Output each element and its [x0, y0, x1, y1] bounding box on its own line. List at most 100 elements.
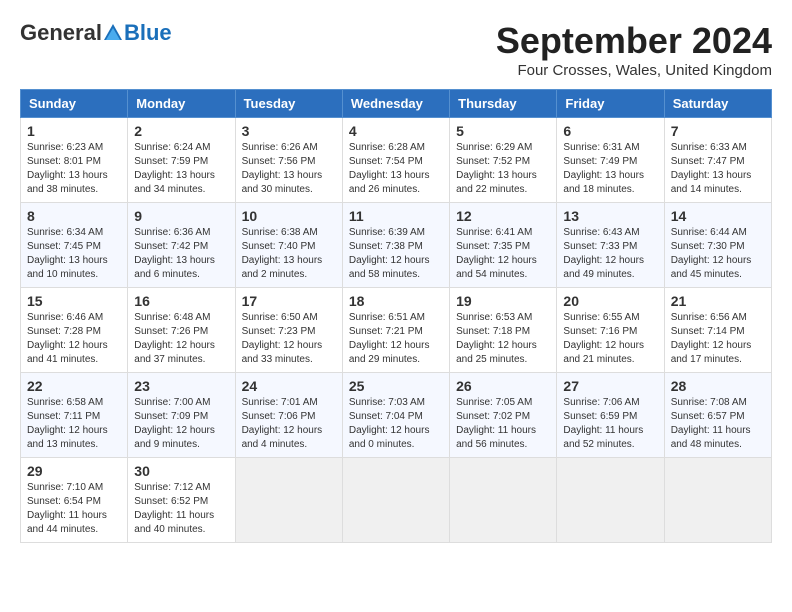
day-info: Sunrise: 6:28 AM Sunset: 7:54 PM Dayligh… [349, 141, 443, 197]
day-cell [664, 458, 771, 543]
day-number: 20 [563, 293, 657, 309]
dow-header-tuesday: Tuesday [235, 90, 342, 118]
day-cell: 18 Sunrise: 6:51 AM Sunset: 7:21 PM Dayl… [342, 288, 449, 373]
day-cell: 10 Sunrise: 6:38 AM Sunset: 7:40 PM Dayl… [235, 203, 342, 288]
day-cell: 13 Sunrise: 6:43 AM Sunset: 7:33 PM Dayl… [557, 203, 664, 288]
day-number: 9 [134, 208, 228, 224]
day-number: 18 [349, 293, 443, 309]
day-number: 19 [456, 293, 550, 309]
day-cell: 28 Sunrise: 7:08 AM Sunset: 6:57 PM Dayl… [664, 373, 771, 458]
day-cell: 8 Sunrise: 6:34 AM Sunset: 7:45 PM Dayli… [21, 203, 128, 288]
logo-general: General [20, 20, 102, 46]
week-row-4: 22 Sunrise: 6:58 AM Sunset: 7:11 PM Dayl… [21, 373, 772, 458]
day-info: Sunrise: 6:41 AM Sunset: 7:35 PM Dayligh… [456, 226, 550, 282]
day-cell: 9 Sunrise: 6:36 AM Sunset: 7:42 PM Dayli… [128, 203, 235, 288]
day-cell: 15 Sunrise: 6:46 AM Sunset: 7:28 PM Dayl… [21, 288, 128, 373]
day-number: 1 [27, 123, 121, 139]
dow-header-wednesday: Wednesday [342, 90, 449, 118]
day-cell: 6 Sunrise: 6:31 AM Sunset: 7:49 PM Dayli… [557, 118, 664, 203]
day-number: 8 [27, 208, 121, 224]
day-info: Sunrise: 6:33 AM Sunset: 7:47 PM Dayligh… [671, 141, 765, 197]
day-number: 21 [671, 293, 765, 309]
day-cell: 20 Sunrise: 6:55 AM Sunset: 7:16 PM Dayl… [557, 288, 664, 373]
day-info: Sunrise: 7:05 AM Sunset: 7:02 PM Dayligh… [456, 396, 550, 452]
day-info: Sunrise: 6:34 AM Sunset: 7:45 PM Dayligh… [27, 226, 121, 282]
day-info: Sunrise: 6:26 AM Sunset: 7:56 PM Dayligh… [242, 141, 336, 197]
day-cell: 22 Sunrise: 6:58 AM Sunset: 7:11 PM Dayl… [21, 373, 128, 458]
month-title: September 2024 [496, 20, 772, 62]
day-cell: 21 Sunrise: 6:56 AM Sunset: 7:14 PM Dayl… [664, 288, 771, 373]
day-number: 30 [134, 463, 228, 479]
day-cell: 14 Sunrise: 6:44 AM Sunset: 7:30 PM Dayl… [664, 203, 771, 288]
day-info: Sunrise: 6:36 AM Sunset: 7:42 PM Dayligh… [134, 226, 228, 282]
week-row-3: 15 Sunrise: 6:46 AM Sunset: 7:28 PM Dayl… [21, 288, 772, 373]
day-number: 10 [242, 208, 336, 224]
day-info: Sunrise: 6:24 AM Sunset: 7:59 PM Dayligh… [134, 141, 228, 197]
day-cell: 27 Sunrise: 7:06 AM Sunset: 6:59 PM Dayl… [557, 373, 664, 458]
day-info: Sunrise: 6:23 AM Sunset: 8:01 PM Dayligh… [27, 141, 121, 197]
day-cell: 19 Sunrise: 6:53 AM Sunset: 7:18 PM Dayl… [450, 288, 557, 373]
days-of-week-row: SundayMondayTuesdayWednesdayThursdayFrid… [21, 90, 772, 118]
day-cell [450, 458, 557, 543]
day-info: Sunrise: 6:29 AM Sunset: 7:52 PM Dayligh… [456, 141, 550, 197]
day-cell: 25 Sunrise: 7:03 AM Sunset: 7:04 PM Dayl… [342, 373, 449, 458]
day-number: 14 [671, 208, 765, 224]
day-info: Sunrise: 6:31 AM Sunset: 7:49 PM Dayligh… [563, 141, 657, 197]
day-number: 22 [27, 378, 121, 394]
day-number: 3 [242, 123, 336, 139]
day-info: Sunrise: 7:10 AM Sunset: 6:54 PM Dayligh… [27, 481, 121, 537]
day-number: 25 [349, 378, 443, 394]
day-number: 29 [27, 463, 121, 479]
day-number: 6 [563, 123, 657, 139]
day-cell: 4 Sunrise: 6:28 AM Sunset: 7:54 PM Dayli… [342, 118, 449, 203]
day-number: 16 [134, 293, 228, 309]
day-cell [557, 458, 664, 543]
day-info: Sunrise: 6:48 AM Sunset: 7:26 PM Dayligh… [134, 311, 228, 367]
day-info: Sunrise: 6:56 AM Sunset: 7:14 PM Dayligh… [671, 311, 765, 367]
dow-header-sunday: Sunday [21, 90, 128, 118]
day-number: 4 [349, 123, 443, 139]
day-info: Sunrise: 6:43 AM Sunset: 7:33 PM Dayligh… [563, 226, 657, 282]
day-info: Sunrise: 7:12 AM Sunset: 6:52 PM Dayligh… [134, 481, 228, 537]
day-cell: 11 Sunrise: 6:39 AM Sunset: 7:38 PM Dayl… [342, 203, 449, 288]
day-info: Sunrise: 6:53 AM Sunset: 7:18 PM Dayligh… [456, 311, 550, 367]
dow-header-thursday: Thursday [450, 90, 557, 118]
day-cell: 1 Sunrise: 6:23 AM Sunset: 8:01 PM Dayli… [21, 118, 128, 203]
day-info: Sunrise: 6:46 AM Sunset: 7:28 PM Dayligh… [27, 311, 121, 367]
day-cell: 16 Sunrise: 6:48 AM Sunset: 7:26 PM Dayl… [128, 288, 235, 373]
week-row-1: 1 Sunrise: 6:23 AM Sunset: 8:01 PM Dayli… [21, 118, 772, 203]
day-cell: 2 Sunrise: 6:24 AM Sunset: 7:59 PM Dayli… [128, 118, 235, 203]
day-info: Sunrise: 7:01 AM Sunset: 7:06 PM Dayligh… [242, 396, 336, 452]
day-number: 2 [134, 123, 228, 139]
logo-icon [102, 22, 124, 44]
day-info: Sunrise: 6:55 AM Sunset: 7:16 PM Dayligh… [563, 311, 657, 367]
day-cell: 26 Sunrise: 7:05 AM Sunset: 7:02 PM Dayl… [450, 373, 557, 458]
logo: General Blue [20, 20, 172, 46]
day-cell: 24 Sunrise: 7:01 AM Sunset: 7:06 PM Dayl… [235, 373, 342, 458]
day-cell: 3 Sunrise: 6:26 AM Sunset: 7:56 PM Dayli… [235, 118, 342, 203]
day-cell: 7 Sunrise: 6:33 AM Sunset: 7:47 PM Dayli… [664, 118, 771, 203]
day-info: Sunrise: 7:08 AM Sunset: 6:57 PM Dayligh… [671, 396, 765, 452]
day-info: Sunrise: 7:03 AM Sunset: 7:04 PM Dayligh… [349, 396, 443, 452]
week-row-2: 8 Sunrise: 6:34 AM Sunset: 7:45 PM Dayli… [21, 203, 772, 288]
day-cell: 29 Sunrise: 7:10 AM Sunset: 6:54 PM Dayl… [21, 458, 128, 543]
day-number: 28 [671, 378, 765, 394]
dow-header-friday: Friday [557, 90, 664, 118]
day-number: 7 [671, 123, 765, 139]
day-cell [235, 458, 342, 543]
day-number: 26 [456, 378, 550, 394]
day-info: Sunrise: 6:58 AM Sunset: 7:11 PM Dayligh… [27, 396, 121, 452]
day-info: Sunrise: 7:00 AM Sunset: 7:09 PM Dayligh… [134, 396, 228, 452]
day-number: 17 [242, 293, 336, 309]
calendar: SundayMondayTuesdayWednesdayThursdayFrid… [20, 89, 772, 543]
title-area: September 2024 Four Crosses, Wales, Unit… [496, 20, 772, 79]
week-row-5: 29 Sunrise: 7:10 AM Sunset: 6:54 PM Dayl… [21, 458, 772, 543]
day-number: 5 [456, 123, 550, 139]
day-cell [342, 458, 449, 543]
day-number: 11 [349, 208, 443, 224]
day-number: 15 [27, 293, 121, 309]
day-number: 23 [134, 378, 228, 394]
day-cell: 30 Sunrise: 7:12 AM Sunset: 6:52 PM Dayl… [128, 458, 235, 543]
day-number: 13 [563, 208, 657, 224]
header: General Blue September 2024 Four Crosses… [20, 20, 772, 79]
